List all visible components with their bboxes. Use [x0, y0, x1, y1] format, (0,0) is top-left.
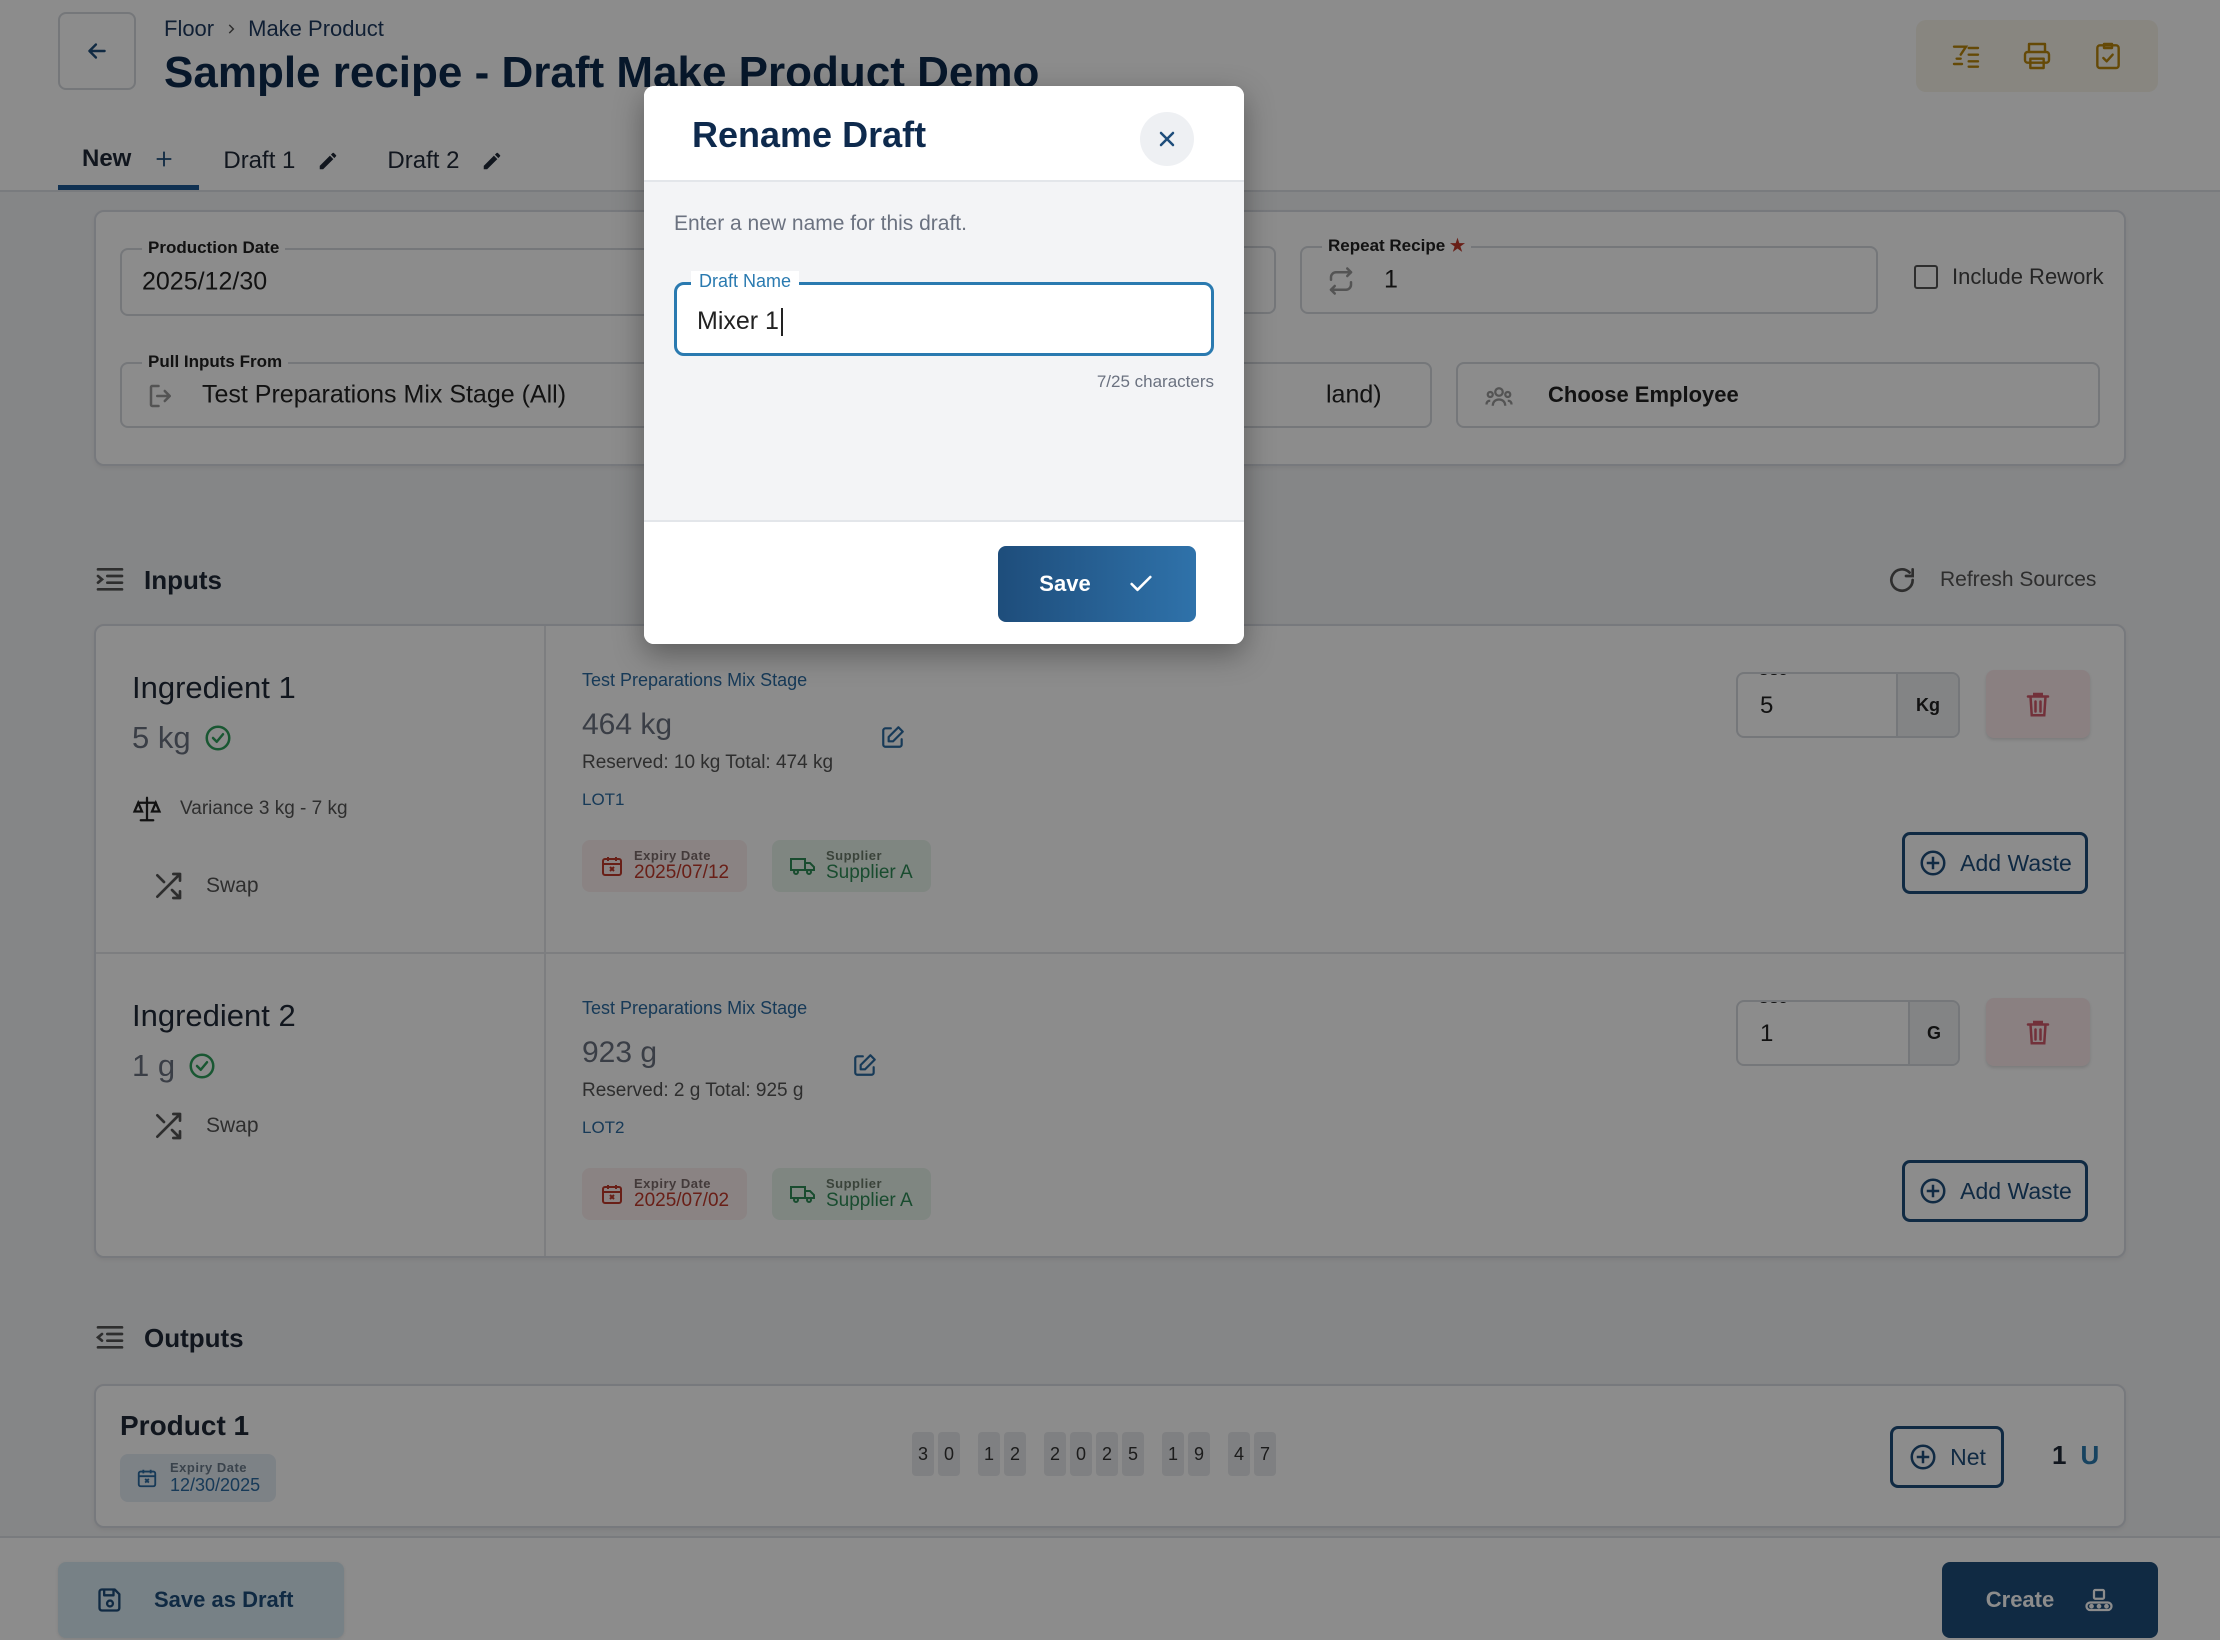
save-label: Save	[1039, 571, 1091, 596]
dialog-title: Rename Draft	[692, 114, 927, 155]
dialog-description: Enter a new name for this draft.	[674, 212, 967, 235]
dialog-header: Rename Draft	[644, 86, 1244, 182]
draft-name-value-wrap[interactable]: Mixer 1	[697, 307, 783, 336]
dialog-footer: Save	[644, 520, 1244, 644]
text-caret	[780, 307, 783, 336]
check-icon	[1127, 570, 1155, 598]
dialog-body: Enter a new name for this draft. Draft N…	[644, 182, 1244, 520]
rename-draft-dialog: Rename Draft Enter a new name for this d…	[644, 86, 1244, 644]
char-counter: 7/25 characters	[1096, 372, 1214, 391]
draft-name-value: Mixer 1	[697, 307, 779, 335]
draft-name-input[interactable]: Draft Name Mixer 1	[674, 271, 1214, 356]
draft-name-label: Draft Name	[691, 271, 800, 292]
close-button[interactable]	[1140, 112, 1194, 166]
close-icon	[1155, 127, 1179, 151]
save-button[interactable]: Save	[998, 546, 1196, 622]
